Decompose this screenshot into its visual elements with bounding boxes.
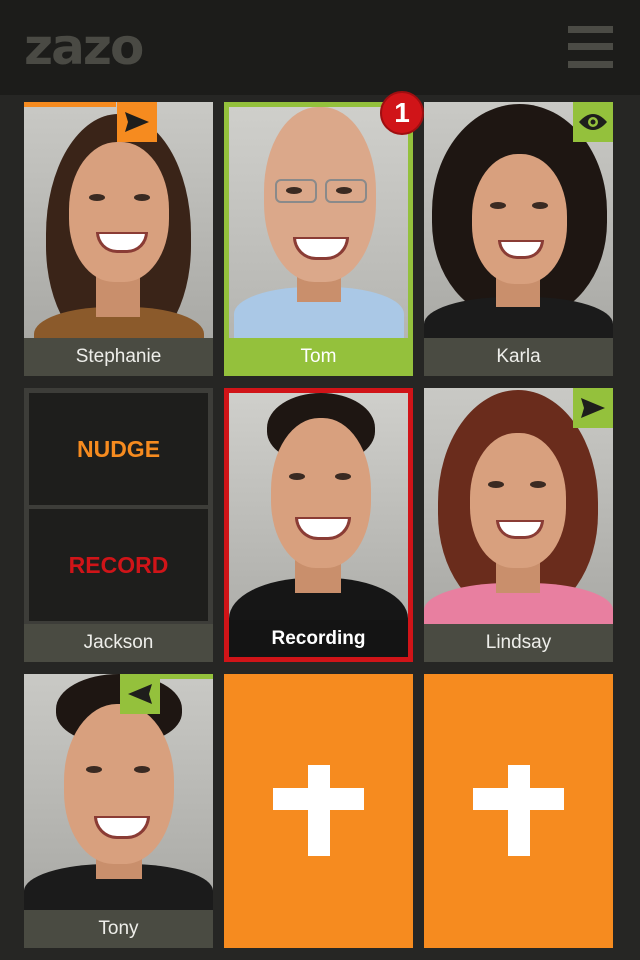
contact-tile-recording[interactable]: Recording	[224, 388, 413, 662]
contact-name: Karla	[424, 338, 613, 376]
contact-tile-karla[interactable]: Karla	[424, 102, 613, 376]
contact-tile-lindsay[interactable]: Lindsay	[424, 388, 613, 662]
contact-name: Stephanie	[24, 338, 213, 376]
unread-count-badge: 1	[380, 91, 424, 135]
contact-name: Jackson	[24, 624, 213, 662]
contact-name: Tony	[24, 910, 213, 948]
send-arrow-icon	[573, 388, 613, 428]
contact-tile-jackson[interactable]: NUDGE RECORD Jackson	[24, 388, 213, 662]
received-arrow-icon	[120, 674, 160, 714]
camera-preview	[229, 393, 408, 657]
recording-status-label: Recording	[229, 620, 408, 657]
contact-name: Tom	[224, 338, 413, 376]
record-button[interactable]: RECORD	[29, 509, 208, 621]
contact-photo	[24, 674, 213, 910]
contact-tile-tom[interactable]: Tom	[224, 102, 413, 376]
contact-photo	[229, 107, 408, 338]
send-arrow-icon	[117, 102, 157, 142]
contact-tile-tony[interactable]: Tony	[24, 674, 213, 948]
top-bar: zazo	[0, 0, 640, 95]
eye-icon	[573, 102, 613, 142]
hamburger-menu-icon[interactable]	[568, 26, 613, 68]
contact-name: Lindsay	[424, 624, 613, 662]
nudge-button[interactable]: NUDGE	[29, 393, 208, 505]
add-friend-button[interactable]	[224, 674, 413, 948]
contact-tile-stephanie[interactable]: Stephanie	[24, 102, 213, 376]
add-friend-button[interactable]	[424, 674, 613, 948]
app-logo: zazo	[24, 18, 144, 76]
